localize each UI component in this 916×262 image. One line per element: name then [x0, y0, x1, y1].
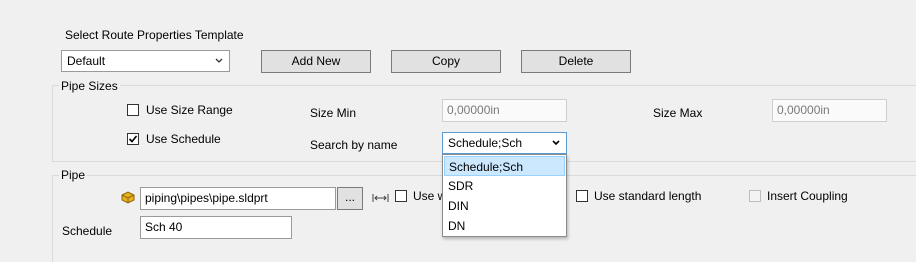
size-min-field[interactable]: 0,00000in: [442, 99, 567, 122]
size-min-label: Size Min: [310, 106, 357, 120]
insert-coupling-label: Insert Coupling: [767, 189, 848, 203]
use-standard-length-label: Use standard length: [594, 189, 702, 203]
copy-button[interactable]: Copy: [391, 50, 501, 73]
use-standard-length-checkbox[interactable]: [576, 190, 588, 202]
insert-coupling-checkbox[interactable]: [749, 190, 761, 202]
search-by-name-label: Search by name: [310, 138, 398, 152]
schedule-label: Schedule: [62, 224, 113, 238]
dropdown-option[interactable]: Schedule;Sch: [444, 156, 565, 176]
search-by-name-value: Schedule;Sch: [448, 136, 523, 150]
add-new-button[interactable]: Add New: [261, 50, 371, 73]
search-by-name-select[interactable]: Schedule;Sch: [442, 132, 567, 154]
dropdown-option[interactable]: DIN: [444, 196, 565, 216]
chevron-down-icon: [215, 58, 223, 63]
dropdown-option[interactable]: DN: [444, 216, 565, 236]
browse-button[interactable]: ...: [337, 187, 363, 210]
template-select-value: Default: [67, 54, 106, 68]
use-schedule-checkbox[interactable]: [127, 133, 139, 145]
delete-button[interactable]: Delete: [521, 50, 631, 73]
schedule-field[interactable]: Sch 40: [140, 216, 292, 239]
pipe-group-label: Pipe: [59, 168, 88, 182]
use-schedule-label: Use Schedule: [146, 132, 221, 146]
chevron-down-icon: [552, 140, 560, 146]
size-max-label: Size Max: [653, 106, 703, 120]
length-icon: [372, 194, 389, 202]
pipe-part-path-field[interactable]: piping\pipes\pipe.sldprt: [140, 187, 336, 210]
check-icon: [128, 135, 138, 143]
part-icon: [121, 191, 135, 204]
size-max-field[interactable]: 0,00000in: [772, 99, 887, 122]
pipe-sizes-group-label: Pipe Sizes: [59, 79, 120, 93]
search-by-name-dropdown: Schedule;Sch SDR DIN DN: [442, 154, 567, 237]
dropdown-option[interactable]: SDR: [444, 176, 565, 196]
use-size-range-checkbox[interactable]: [127, 104, 139, 116]
use-size-range-label: Use Size Range: [146, 103, 233, 117]
template-select[interactable]: Default: [61, 50, 230, 72]
template-label: Select Route Properties Template: [65, 28, 244, 42]
use-w-checkbox[interactable]: [395, 190, 407, 202]
